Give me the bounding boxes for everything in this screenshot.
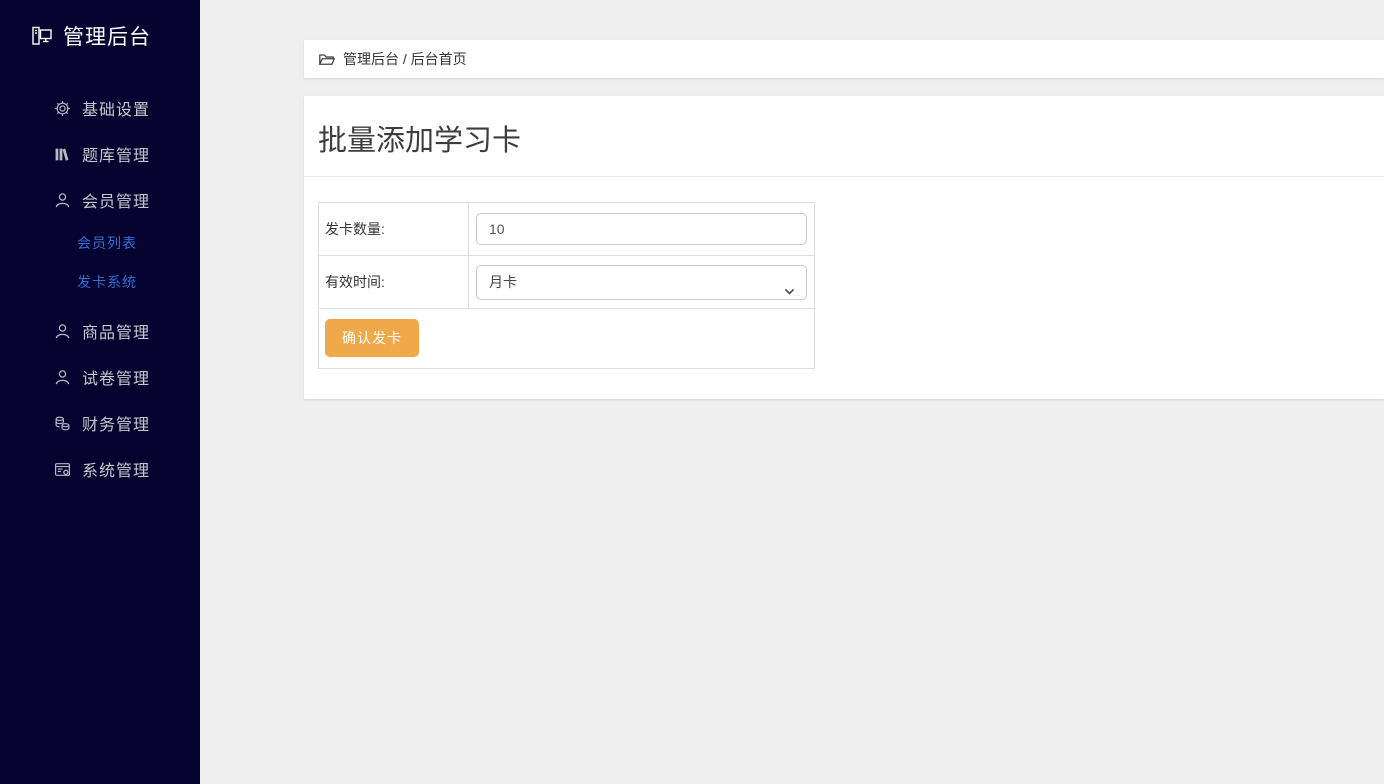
sidebar-item-label: 系统管理 [82,457,150,481]
sidebar-nav: 基础设置 题库管理 会员管理 会员列表 发卡系统 [0,97,200,480]
library-icon [53,145,71,163]
main-area: 管理后台 / 后台首页 批量添加学习卡 发卡数量: 有效时间: 月卡 [200,0,1384,784]
folder-open-icon [318,51,335,68]
user-icon [53,322,71,340]
gear-icon [53,99,71,117]
page-title: 批量添加学习卡 [304,96,1384,177]
content-panel: 批量添加学习卡 发卡数量: 有效时间: 月卡 [304,96,1384,399]
sidebar-item-finance[interactable]: 财务管理 [0,412,200,434]
table-row: 确认发卡 [319,309,815,369]
sidebar-item-exams[interactable]: 试卷管理 [0,366,200,388]
breadcrumb-text: 管理后台 / 后台首页 [343,49,467,69]
validity-cell: 月卡 [469,256,815,309]
sidebar-item-label: 题库管理 [82,142,150,166]
sidebar-subitem-card-system[interactable]: 发卡系统 [0,272,200,292]
sidebar-item-label: 会员管理 [82,188,150,212]
confirm-issue-button[interactable]: 确认发卡 [325,319,419,357]
sidebar-item-label: 试卷管理 [82,365,150,389]
sidebar-subitem-member-list[interactable]: 会员列表 [0,233,200,253]
panel-body: 发卡数量: 有效时间: 月卡 [304,177,1384,369]
user-icon [53,191,71,209]
validity-label: 有效时间: [319,256,469,309]
table-row: 发卡数量: [319,203,815,256]
sidebar-item-members[interactable]: 会员管理 [0,189,200,211]
desktop-computer-icon [30,24,54,48]
sidebar-item-label: 商品管理 [82,319,150,343]
sidebar-item-label: 基础设置 [82,96,150,120]
validity-select[interactable]: 月卡 [476,265,807,300]
breadcrumb: 管理后台 / 后台首页 [304,40,1384,78]
app-title: 管理后台 [63,21,151,51]
sidebar: 管理后台 基础设置 [0,0,200,784]
user-icon [53,368,71,386]
sidebar-item-label: 财务管理 [82,411,150,435]
coins-icon [53,414,71,432]
card-issue-form: 发卡数量: 有效时间: 月卡 [318,202,815,369]
system-icon [53,460,71,478]
sidebar-item-system[interactable]: 系统管理 [0,458,200,480]
quantity-cell [469,203,815,256]
sidebar-item-question-bank[interactable]: 题库管理 [0,143,200,165]
members-submenu: 会员列表 发卡系统 [0,233,200,292]
quantity-input[interactable] [476,213,807,245]
app-logo: 管理后台 [0,0,200,51]
quantity-label: 发卡数量: [319,203,469,256]
sidebar-item-products[interactable]: 商品管理 [0,320,200,342]
sidebar-item-basic-settings[interactable]: 基础设置 [0,97,200,119]
table-row: 有效时间: 月卡 [319,256,815,309]
button-cell: 确认发卡 [319,309,815,369]
